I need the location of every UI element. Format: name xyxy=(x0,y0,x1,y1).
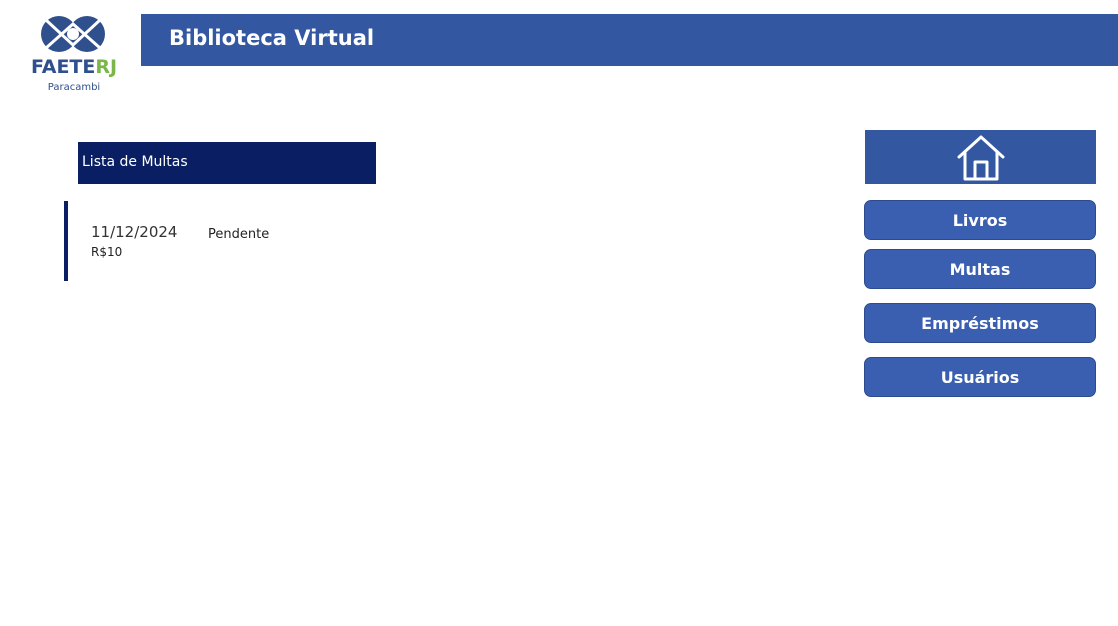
selection-indicator xyxy=(64,201,68,281)
fine-amount: R$10 xyxy=(91,245,123,259)
nav-button-usuarios[interactable]: Usuários xyxy=(864,357,1096,397)
nav-button-multas[interactable]: Multas xyxy=(864,249,1096,289)
faeterj-logo: FAETERJ Paracambi xyxy=(26,12,122,96)
fine-date: 11/12/2024 xyxy=(91,223,178,241)
fines-list-title: Lista de Multas xyxy=(82,154,188,170)
nav-button-label: Livros xyxy=(952,210,1008,230)
fine-status: Pendente xyxy=(208,227,270,242)
app-title: Biblioteca Virtual xyxy=(169,26,375,50)
fines-list-header: Lista de Multas xyxy=(78,142,376,184)
nav-button-label: Empréstimos xyxy=(921,313,1039,333)
app-header: Biblioteca Virtual xyxy=(141,14,1118,66)
nav-button-label: Multas xyxy=(949,259,1011,279)
nav-button-emprestimos[interactable]: Empréstimos xyxy=(864,303,1096,343)
nav-button-label: Usuários xyxy=(940,367,1020,387)
nav-button-livros[interactable]: Livros xyxy=(864,200,1096,240)
home-icon xyxy=(957,135,1005,181)
logo-emblem-icon xyxy=(41,16,105,52)
fine-list-item[interactable]: 11/12/2024 R$10 Pendente xyxy=(64,201,376,281)
home-button[interactable] xyxy=(865,130,1096,184)
logo-subtitle: Paracambi xyxy=(47,82,101,93)
logo-brand-text: FAETERJ xyxy=(30,56,118,78)
